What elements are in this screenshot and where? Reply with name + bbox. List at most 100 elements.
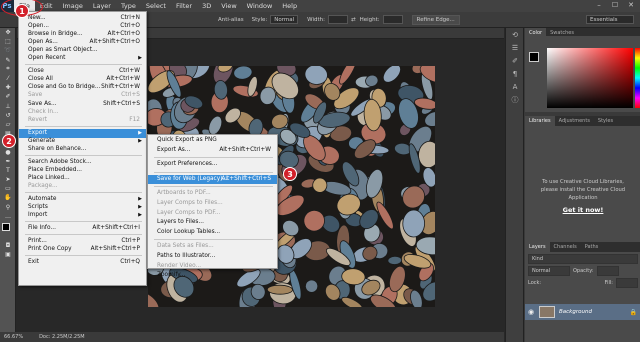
menu-3d[interactable]: 3D <box>197 0 216 12</box>
zoom-tool-icon[interactable]: ⚲ <box>0 203 16 212</box>
menu-filter[interactable]: Filter <box>171 0 197 12</box>
info-icon[interactable]: ⓘ <box>506 93 524 106</box>
brush-settings-icon[interactable]: ✐ <box>506 54 524 67</box>
menu-item-color-lookup-tables[interactable]: Color Lookup Tables... <box>148 228 277 237</box>
menu-item-quick-export-as-png[interactable]: Quick Export as PNG <box>148 136 277 145</box>
tab-channels[interactable]: Channels <box>550 242 581 252</box>
brush-tool-icon[interactable]: ✐ <box>0 92 16 101</box>
menu-item-paths-to-illustrator[interactable]: Paths to Illustrator... <box>148 252 277 261</box>
fill-input[interactable] <box>616 278 638 288</box>
crop-tool-icon[interactable]: ⌗ <box>0 65 16 74</box>
history-icon[interactable]: ⟲ <box>506 28 524 41</box>
menu-window[interactable]: Window <box>242 0 278 12</box>
tab-adjustments[interactable]: Adjustments <box>555 116 594 126</box>
clone-stamp-tool-icon[interactable]: ⊥ <box>0 102 16 111</box>
properties-icon[interactable]: ☰ <box>506 41 524 54</box>
layer-row-background[interactable]: ◉ Background 🔒 <box>525 304 640 320</box>
menu-item-label: Open As... <box>28 39 58 46</box>
annotation-1-badge: 1 <box>15 4 29 18</box>
fg-bg-swatches[interactable] <box>529 52 543 66</box>
anti-alias-checkbox[interactable]: Anti-alias <box>218 17 244 23</box>
menu-item-label: File Info... <box>28 225 56 232</box>
swap-icon[interactable]: ⇄ <box>351 17 356 23</box>
screen-mode-icon[interactable]: ▣ <box>0 250 16 259</box>
pebble <box>305 279 319 293</box>
menu-item-render-video: Render Video... <box>148 262 277 271</box>
blend-mode-dropdown[interactable]: Normal <box>528 266 570 276</box>
color-spectrum[interactable] <box>547 48 633 108</box>
dodge-tool-icon[interactable]: ● <box>0 147 16 156</box>
tab-layers[interactable]: Layers <box>525 242 550 252</box>
color-swatches-icon[interactable] <box>0 221 16 241</box>
menu-help[interactable]: Help <box>277 0 302 12</box>
tab-paths[interactable]: Paths <box>581 242 603 252</box>
menu-item-exit[interactable]: Exit Ctrl+Q <box>19 258 146 267</box>
width-input[interactable] <box>328 15 349 24</box>
tab-libraries[interactable]: Libraries <box>525 116 555 126</box>
menu-item-shortcut: Ctrl+Q <box>120 259 140 266</box>
zoom-level[interactable]: 66.67% <box>4 334 23 340</box>
history-brush-tool-icon[interactable]: ↺ <box>0 111 16 120</box>
menu-item-shortcut: F12 <box>129 116 140 123</box>
character-icon[interactable]: A <box>506 80 524 93</box>
type-tool-icon[interactable]: T <box>0 166 16 175</box>
width-label: Width: <box>307 16 326 23</box>
foreground-swatch[interactable] <box>529 52 539 62</box>
get-it-now-link[interactable]: Get it now! <box>525 206 640 214</box>
height-input[interactable] <box>382 15 403 24</box>
menu-item-layers-to-files[interactable]: Layers to Files... <box>148 218 277 227</box>
close-button[interactable]: ✕ <box>624 1 638 11</box>
menu-item-zoomify[interactable]: Zoomify... <box>148 271 277 280</box>
menu-item-save-for-web-legacy[interactable]: Save for Web (Legacy)... Alt+Shift+Ctrl+S <box>148 174 277 184</box>
opacity-label: Opacity: <box>573 268 594 274</box>
menu-item-label: Paths to Illustrator... <box>157 253 216 259</box>
menu-item-import[interactable]: Import ▶ <box>19 211 146 220</box>
refine-edge-button[interactable]: Refine Edge... <box>411 14 460 25</box>
menu-item-file-info[interactable]: File Info... Alt+Shift+Ctrl+I <box>19 224 146 233</box>
opacity-input[interactable] <box>596 266 619 276</box>
hue-slider[interactable] <box>635 48 640 108</box>
menu-item-shortcut: Alt+Shift+Ctrl+W <box>219 146 271 153</box>
healing-tool-icon[interactable]: ✚ <box>0 83 16 92</box>
export-submenu: Quick Export as PNG Export As... Alt+Shift… <box>147 134 278 278</box>
rectangle-tool-icon[interactable]: ▭ <box>0 184 16 193</box>
menu-item-label: Print... <box>28 238 47 245</box>
maximize-button[interactable]: ☐ <box>608 1 622 11</box>
lasso-tool-icon[interactable]: ➰ <box>0 46 16 55</box>
eyedropper-tool-icon[interactable]: ⁄ <box>0 74 16 83</box>
menu-item-label: Scripts <box>28 204 48 211</box>
menu-separator <box>25 255 142 257</box>
layers-panel-tabs: Layers Channels Paths <box>525 242 640 252</box>
menu-item-label: Open as Smart Object... <box>28 47 98 54</box>
pen-tool-icon[interactable]: ✒ <box>0 157 16 166</box>
visibility-eye-icon[interactable]: ◉ <box>525 308 537 316</box>
quick-mask-icon[interactable]: ◘ <box>0 241 16 250</box>
menu-separator <box>154 239 273 241</box>
menu-view[interactable]: View <box>216 0 241 12</box>
menu-item-label: Data Sets as Files... <box>157 243 214 250</box>
menu-item-export-as[interactable]: Export As... Alt+Shift+Ctrl+W <box>148 146 277 155</box>
menu-item-export-preferences[interactable]: Export Preferences... <box>148 160 277 169</box>
tab-styles[interactable]: Styles <box>594 116 617 126</box>
minimize-button[interactable]: – <box>592 1 606 11</box>
more-tools-icon[interactable]: … <box>0 212 16 221</box>
menu-item-open-recent[interactable]: Open Recent ▶ <box>19 54 146 63</box>
menu-item-print-one-copy[interactable]: Print One Copy Alt+Shift+Ctrl+P <box>19 245 146 254</box>
pebble <box>233 66 253 80</box>
annotation-3-badge: 3 <box>283 167 297 181</box>
move-tool-icon[interactable]: ✥ <box>0 28 16 37</box>
status-bar: 66.67% Doc: 2.25M/2.25M <box>0 332 504 342</box>
marquee-tool-icon[interactable]: ⬚ <box>0 37 16 46</box>
paragraph-icon[interactable]: ¶ <box>506 67 524 80</box>
menu-item-share-on-behance[interactable]: Share on Behance... <box>19 145 146 154</box>
eraser-tool-icon[interactable]: ▱ <box>0 120 16 129</box>
layer-filter-dropdown[interactable]: Kind <box>528 254 638 264</box>
workspace-dropdown[interactable]: Essentials <box>586 15 634 24</box>
quick-select-tool-icon[interactable]: ✎ <box>0 56 16 65</box>
path-select-tool-icon[interactable]: ➤ <box>0 175 16 184</box>
menu-item-label: Layer Comps to PDF... <box>157 209 221 216</box>
style-dropdown[interactable]: Normal <box>270 15 299 24</box>
menu-item-label: Layers to Files... <box>157 219 204 226</box>
menu-item-shortcut: Alt+Shift+Ctrl+S <box>221 175 271 182</box>
hand-tool-icon[interactable]: ✋ <box>0 193 16 202</box>
